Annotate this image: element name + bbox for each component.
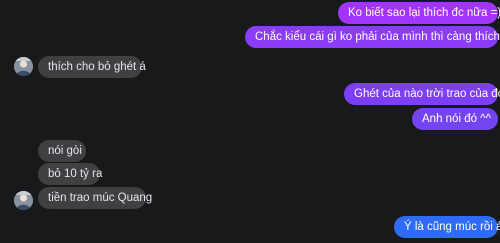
- user-avatar-icon: [14, 191, 33, 210]
- outgoing-message[interactable]: Chắc kiểu cái gì ko phải của mình thì cà…: [245, 26, 500, 48]
- user-avatar-icon: [14, 57, 33, 76]
- incoming-message[interactable]: thích cho bỏ ghét á: [38, 56, 146, 78]
- incoming-message[interactable]: tiền trao múc Quang: [38, 187, 152, 209]
- outgoing-message[interactable]: Anh nói đó ^^: [412, 108, 498, 130]
- contact-avatar[interactable]: [14, 191, 33, 210]
- outgoing-message[interactable]: Ghét của nào trời trao của đó: [344, 83, 500, 105]
- message-thread: Ko biết sao lại thích đc nữa =))) Chắc k…: [0, 0, 500, 243]
- incoming-message[interactable]: bỏ 10 tỷ ra: [38, 163, 102, 185]
- incoming-message[interactable]: nói gòi: [38, 140, 86, 162]
- outgoing-message[interactable]: Ko biết sao lại thích đc nữa =))): [338, 2, 500, 24]
- outgoing-message[interactable]: Ý là cũng múc rồi á: [394, 216, 500, 238]
- contact-avatar[interactable]: [14, 57, 33, 76]
